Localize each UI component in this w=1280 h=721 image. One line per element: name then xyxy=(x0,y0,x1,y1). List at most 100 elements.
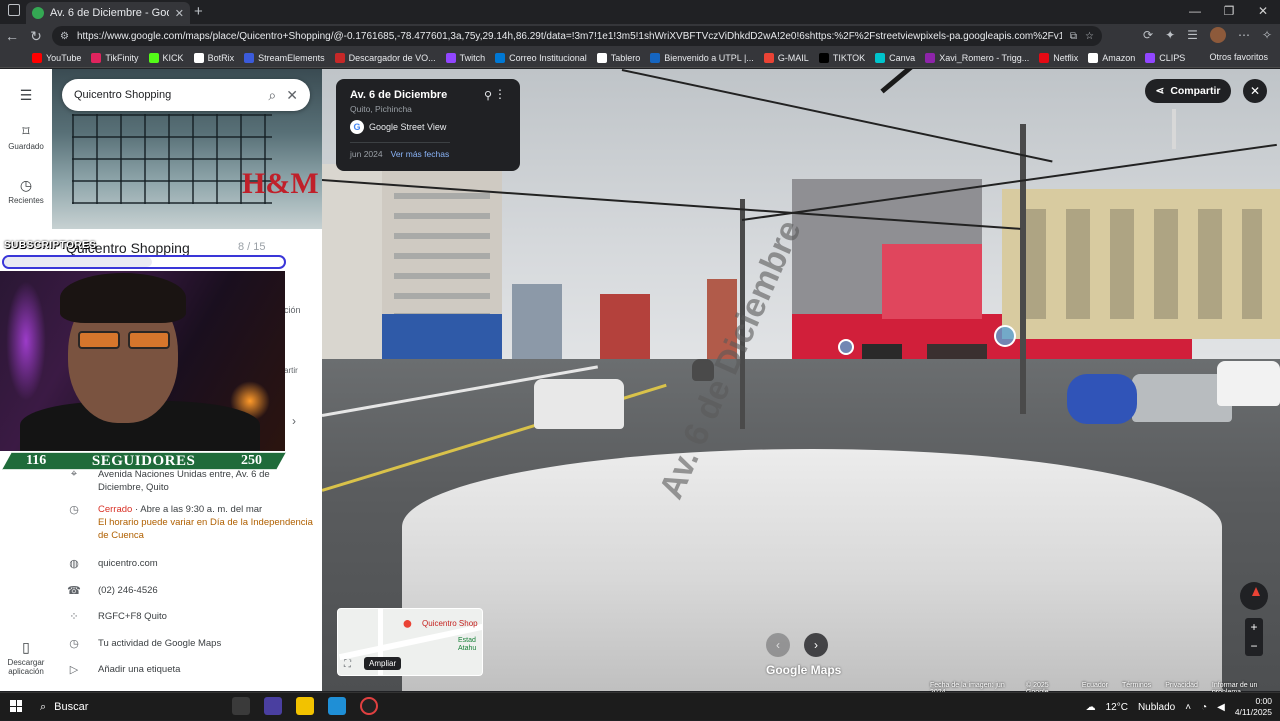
new-tab-icon[interactable]: + xyxy=(194,3,203,20)
share-button[interactable]: ⋖ Compartir xyxy=(1145,79,1231,103)
edge-icon[interactable] xyxy=(328,697,346,715)
search-box[interactable]: Quicentro Shopping ⌕ ✕ xyxy=(62,79,310,111)
share-action-fragment[interactable]: artir xyxy=(284,366,298,375)
obs-icon[interactable] xyxy=(360,697,378,715)
navigation-arrow-icon-2[interactable] xyxy=(994,325,1016,347)
url-text[interactable]: https://www.google.com/maps/place/Quicen… xyxy=(77,31,1062,42)
tab-information-fragment[interactable]: ción xyxy=(284,305,301,315)
gemini-icon[interactable]: ✧ xyxy=(1262,28,1272,42)
image-date-row: jun 2024 Ver más fechas xyxy=(350,149,506,159)
gsv-badge: G Google Street View xyxy=(350,120,506,134)
chevron-right-icon[interactable]: › xyxy=(292,414,296,428)
install-app-icon[interactable]: ⧉ xyxy=(1070,31,1077,42)
address-bar[interactable]: ⚙ https://www.google.com/maps/place/Quic… xyxy=(52,26,1102,46)
weather-icon[interactable]: ☁ xyxy=(1086,702,1096,713)
window-close-icon[interactable]: ✕ xyxy=(1246,0,1280,24)
car-white-suv xyxy=(1217,361,1280,406)
clock[interactable]: 0:00 4/11/2025 xyxy=(1235,696,1272,718)
minimap[interactable]: ● Quicentro Shop Estad Atahu ⛶ Ampliar xyxy=(337,608,483,676)
zoom-in-icon[interactable]: + xyxy=(1245,618,1263,637)
tab-google-maps[interactable]: Av. 6 de Diciembre - Google Maps ✕ xyxy=(26,2,190,24)
tab-search-icon[interactable] xyxy=(8,4,20,16)
bookmark-star-icon[interactable]: ☆ xyxy=(1085,31,1094,42)
bookmark-item[interactable]: Twitch xyxy=(445,52,485,63)
weather-temp[interactable]: 12°C xyxy=(1106,702,1128,713)
bookmark-item[interactable]: TikFinity xyxy=(91,52,139,63)
saved-button[interactable]: ⌑ Guardado xyxy=(0,123,52,151)
address-row[interactable]: ⌖ Avenida Naciones Unidas entre, Av. 6 d… xyxy=(66,468,316,494)
search-icon[interactable]: ⌕ xyxy=(268,87,276,104)
maximize-icon[interactable]: ❐ xyxy=(1212,0,1246,24)
hours-status: Cerrado xyxy=(98,504,133,515)
arrow-left-icon[interactable]: ‹ xyxy=(766,633,790,657)
bookmark-item[interactable]: G-MAIL xyxy=(763,52,809,63)
taskbar-search-label: Buscar xyxy=(54,701,89,713)
bookmark-item[interactable]: Amazon xyxy=(1088,52,1135,63)
bookmark-item[interactable]: Netflix xyxy=(1039,52,1078,63)
file-explorer-icon[interactable] xyxy=(296,697,314,715)
site-info-icon[interactable]: ⚙ xyxy=(60,31,69,42)
minimize-icon[interactable]: — xyxy=(1178,0,1212,24)
download-app-button[interactable]: ▯ Descargar aplicación xyxy=(0,639,52,676)
streetview-info-card: Av. 6 de Diciembre Quito, Pichincha G Goo… xyxy=(336,79,520,171)
car-white-sedan xyxy=(534,379,624,429)
bookmark-item[interactable]: Descargador de VO... xyxy=(334,52,436,63)
menu-icon[interactable]: ⋯ xyxy=(1238,28,1250,42)
clear-search-icon[interactable]: ✕ xyxy=(286,87,298,104)
close-streetview-button[interactable]: ✕ xyxy=(1243,79,1267,103)
location-pin-icon: ⌖ xyxy=(70,468,78,480)
webcam-overlay xyxy=(0,271,285,451)
plus-code-row[interactable]: ⁘ RGFC+F8 Quito xyxy=(66,610,316,623)
bookmark-favicon-icon xyxy=(1145,52,1156,63)
zoom-out-icon[interactable]: − xyxy=(1245,637,1263,656)
volume-icon[interactable]: ◀ xyxy=(1217,702,1225,713)
taskbar-search[interactable]: ⌕ Buscar xyxy=(30,695,220,719)
phone-row[interactable]: ☎ (02) 246-4526 xyxy=(66,584,316,597)
compass-icon[interactable] xyxy=(1240,582,1268,610)
expand-icon[interactable]: ⛶ xyxy=(344,659,351,670)
google-g-icon: G xyxy=(350,120,364,134)
toolbar-actions: ⟳ ✦ ☰ ⋯ ✧ xyxy=(1143,27,1272,43)
windows-start-icon[interactable] xyxy=(10,700,22,712)
bookmark-label: G-MAIL xyxy=(777,52,809,63)
tray-chevron-icon[interactable]: ˄ xyxy=(1185,702,1191,713)
bookmark-item[interactable]: StreamElements xyxy=(244,52,325,63)
puzzle-icon[interactable]: ✦ xyxy=(1165,28,1175,42)
bookmark-item[interactable]: Bienvenido a UTPL |... xyxy=(650,52,754,63)
website-row[interactable]: ◍ quicentro.com xyxy=(66,557,316,570)
wifi-icon[interactable]: ◔ xyxy=(1201,702,1207,713)
other-bookmarks[interactable]: Otros favoritos xyxy=(1209,52,1268,62)
bookmark-item[interactable]: BotRix xyxy=(193,52,234,63)
hours-row[interactable]: ◷ Cerrado · Abre a las 9:30 a. m. del ma… xyxy=(66,503,316,542)
extensions-icon[interactable]: ⟳ xyxy=(1143,28,1153,42)
bookmark-item[interactable]: YouTube xyxy=(32,52,81,63)
label-tag-icon: ▷ xyxy=(69,664,79,676)
search-input[interactable]: Quicentro Shopping xyxy=(74,89,258,101)
bookmarks-overflow-icon[interactable]: › xyxy=(1177,51,1180,62)
activity-row[interactable]: ◷ Tu actividad de Google Maps xyxy=(66,637,316,650)
bookmark-item[interactable]: KICK xyxy=(148,52,184,63)
app-icon-1[interactable] xyxy=(264,697,282,715)
arrow-right-icon[interactable]: › xyxy=(804,633,828,657)
more-options-icon[interactable]: ⋮ xyxy=(494,87,506,101)
bookmark-item[interactable]: Xavi_Romero - Trigg... xyxy=(925,52,1029,63)
navigation-arrow-icon[interactable] xyxy=(838,339,854,355)
tab-close-icon[interactable]: ✕ xyxy=(175,7,184,20)
label-row[interactable]: ▷ Añadir una etiqueta xyxy=(66,663,316,676)
bookmark-item[interactable]: Correo Institucional xyxy=(495,52,587,63)
profile-avatar[interactable] xyxy=(1209,27,1226,43)
task-view-icon[interactable] xyxy=(232,697,250,715)
bookmark-item[interactable]: Canva xyxy=(875,52,915,63)
weather-desc[interactable]: Nublado xyxy=(1138,702,1175,713)
recent-button[interactable]: ◷ Recientes xyxy=(0,177,52,205)
reload-icon[interactable]: ↻ xyxy=(24,28,48,45)
phone-text: (02) 246-4526 xyxy=(98,585,158,596)
map-pin-icon[interactable]: ⚲ xyxy=(484,89,492,102)
reading-list-icon[interactable]: ☰ xyxy=(1187,28,1198,42)
menu-button[interactable]: ☰ xyxy=(0,87,52,106)
back-icon[interactable]: ← xyxy=(0,28,24,44)
antenna-tower xyxy=(1172,109,1176,149)
bookmark-item[interactable]: Tablero xyxy=(596,52,640,63)
bookmark-item[interactable]: TIKTOK xyxy=(818,52,865,63)
more-dates-link[interactable]: Ver más fechas xyxy=(391,149,450,159)
